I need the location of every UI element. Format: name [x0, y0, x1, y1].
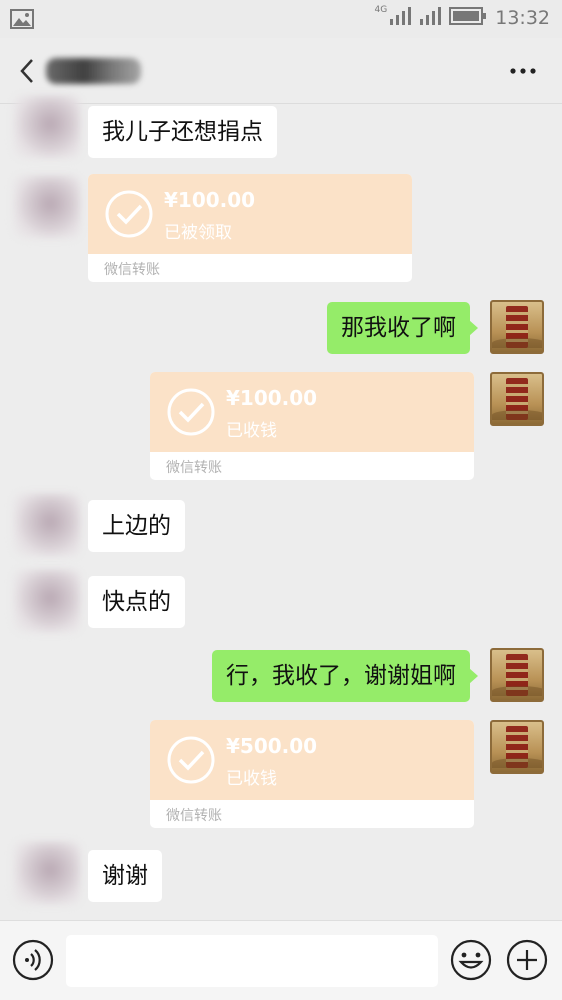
transfer-label: 微信转账 [104, 262, 160, 278]
status-time: 13:32 [495, 7, 550, 29]
input-bar [0, 920, 562, 1000]
message-bubble-incoming[interactable]: 谢谢 [88, 850, 162, 902]
contact-avatar[interactable] [14, 176, 80, 238]
transfer-card[interactable]: ¥500.00 已收钱 微信转账 [150, 720, 474, 828]
check-circle-icon [167, 736, 215, 784]
plus-button[interactable] [506, 939, 548, 981]
signal-icon-2 [419, 6, 442, 30]
transfer-amount: ¥500.00 [226, 734, 318, 758]
gallery-icon [10, 9, 34, 33]
signal-icon [389, 6, 412, 30]
chevron-left-icon [20, 59, 33, 83]
my-avatar[interactable] [490, 720, 544, 774]
transfer-amount: ¥100.00 [226, 386, 318, 410]
my-avatar[interactable] [490, 648, 544, 702]
voice-button[interactable] [12, 939, 54, 981]
plus-icon [506, 939, 548, 981]
transfer-status: 已收钱 [226, 421, 277, 441]
transfer-status: 已被领取 [164, 223, 232, 243]
emoji-icon [450, 939, 492, 981]
transfer-status: 已收钱 [226, 769, 277, 789]
my-avatar[interactable] [490, 372, 544, 426]
emoji-button[interactable] [450, 939, 492, 981]
message-input[interactable] [66, 935, 438, 987]
my-avatar[interactable] [490, 300, 544, 354]
message-bubble-incoming[interactable]: 上边的 [88, 500, 185, 552]
voice-icon [12, 939, 54, 981]
contact-avatar[interactable] [14, 842, 80, 904]
message-bubble-incoming[interactable]: 我儿子还想捐点 [88, 106, 277, 158]
transfer-label: 微信转账 [166, 460, 222, 476]
contact-avatar[interactable] [14, 96, 80, 158]
transfer-card[interactable]: ¥100.00 已收钱 微信转账 [150, 372, 474, 480]
battery-icon [449, 6, 487, 30]
back-button[interactable] [14, 56, 42, 86]
more-dots-icon [510, 68, 536, 74]
check-circle-icon [105, 190, 153, 238]
status-bar: 4G 13:32 [0, 0, 562, 38]
more-button[interactable] [508, 58, 538, 84]
message-bubble-outgoing[interactable]: 那我收了啊 [327, 302, 478, 354]
network-type: 4G [374, 5, 388, 15]
message-bubble-outgoing[interactable]: 行，我收了，谢谢姐啊 [212, 650, 478, 702]
contact-avatar[interactable] [14, 570, 80, 632]
contact-name-redacted [46, 58, 141, 84]
message-bubble-incoming[interactable]: 快点的 [88, 576, 185, 628]
transfer-label: 微信转账 [166, 808, 222, 824]
message-list[interactable]: 我儿子还想捐点 ¥100.00 已被领取 微信转账 那我收了啊 ¥100.00 … [0, 96, 562, 920]
check-circle-icon [167, 388, 215, 436]
contact-avatar[interactable] [14, 494, 80, 556]
transfer-amount: ¥100.00 [164, 188, 256, 212]
chat-header [0, 38, 562, 104]
transfer-card[interactable]: ¥100.00 已被领取 微信转账 [88, 174, 412, 282]
